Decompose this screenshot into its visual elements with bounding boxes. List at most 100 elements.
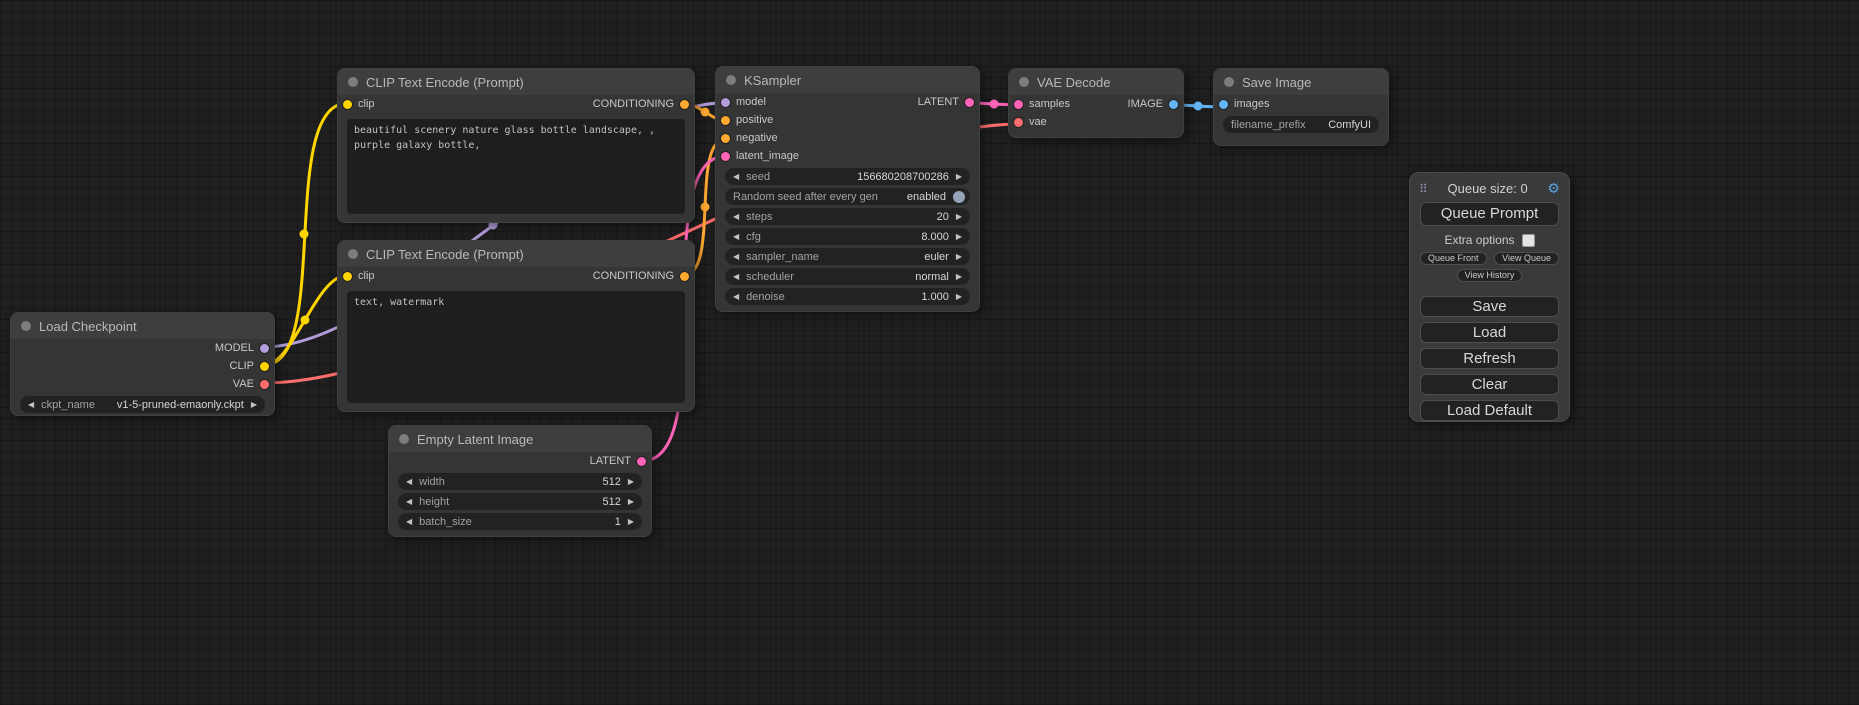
decrement-arrow-icon[interactable]: ◀	[733, 172, 739, 181]
port-model-input[interactable]: model	[721, 96, 766, 108]
images-input-dot[interactable]	[1219, 100, 1228, 109]
batch-size-widget[interactable]: ◀ batch_size 1 ▶	[398, 513, 642, 530]
increment-arrow-icon[interactable]: ▶	[628, 477, 634, 486]
decrement-arrow-icon[interactable]: ◀	[733, 232, 739, 241]
queue-front-button[interactable]: Queue Front	[1420, 252, 1487, 265]
node-clip-text-encode-positive[interactable]: CLIP Text Encode (Prompt) clip CONDITION…	[337, 68, 695, 223]
prompt-textarea[interactable]: text, watermark	[347, 291, 685, 403]
prompt-textarea[interactable]: beautiful scenery nature glass bottle la…	[347, 119, 685, 214]
port-image-output[interactable]: IMAGE	[1128, 98, 1178, 110]
node-save-image[interactable]: Save Image images filename_prefix ComfyU…	[1213, 68, 1389, 146]
model-input-dot[interactable]	[721, 98, 730, 107]
positive-input-dot[interactable]	[721, 116, 730, 125]
drag-handle-icon[interactable]: ⠿	[1419, 182, 1428, 196]
model-output-dot[interactable]	[260, 344, 269, 353]
scheduler-widget[interactable]: ◀ scheduler normal ▶	[725, 268, 970, 285]
refresh-button[interactable]: Refresh	[1420, 348, 1559, 369]
node-title-bar[interactable]: Empty Latent Image	[389, 426, 651, 452]
node-title-bar[interactable]: VAE Decode	[1009, 69, 1183, 95]
conditioning-output-dot[interactable]	[680, 100, 689, 109]
latent-output-dot[interactable]	[637, 457, 646, 466]
decrement-arrow-icon[interactable]: ◀	[406, 517, 412, 526]
vae-input-dot[interactable]	[1014, 118, 1023, 127]
ckpt-name-widget[interactable]: ◀ ckpt_name v1-5-pruned-emaonly.ckpt ▶	[20, 396, 265, 413]
increment-arrow-icon[interactable]: ▶	[956, 172, 962, 181]
clip-output-dot[interactable]	[260, 362, 269, 371]
decrement-arrow-icon[interactable]: ◀	[733, 212, 739, 221]
view-history-button[interactable]: View History	[1457, 269, 1523, 282]
image-output-dot[interactable]	[1169, 100, 1178, 109]
settings-gear-icon[interactable]: ⚙	[1547, 180, 1560, 197]
decrement-arrow-icon[interactable]: ◀	[406, 497, 412, 506]
port-label: images	[1234, 98, 1269, 110]
port-positive-input[interactable]: positive	[721, 114, 773, 126]
port-clip-output[interactable]: CLIP	[230, 360, 269, 372]
load-default-button[interactable]: Load Default	[1420, 400, 1559, 421]
node-empty-latent-image[interactable]: Empty Latent Image LATENT ◀ width 512 ▶ …	[388, 425, 652, 537]
port-conditioning-output[interactable]: CONDITIONING	[593, 98, 689, 110]
queue-prompt-button[interactable]: Queue Prompt	[1420, 202, 1559, 226]
conditioning-output-dot[interactable]	[680, 272, 689, 281]
decrement-arrow-icon[interactable]: ◀	[406, 477, 412, 486]
seed-widget[interactable]: ◀ seed 156680208700286 ▶	[725, 168, 970, 185]
clip-input-dot[interactable]	[343, 100, 352, 109]
width-widget[interactable]: ◀ width 512 ▶	[398, 473, 642, 490]
link-midpoint-dot	[990, 100, 998, 108]
decrement-arrow-icon[interactable]: ◀	[733, 252, 739, 261]
samples-input-dot[interactable]	[1014, 100, 1023, 109]
negative-input-dot[interactable]	[721, 134, 730, 143]
increment-arrow-icon[interactable]: ▶	[956, 212, 962, 221]
save-button[interactable]: Save	[1420, 296, 1559, 317]
increment-arrow-icon[interactable]: ▶	[956, 292, 962, 301]
latent-output-dot[interactable]	[965, 98, 974, 107]
cfg-widget[interactable]: ◀ cfg 8.000 ▶	[725, 228, 970, 245]
increment-arrow-icon[interactable]: ▶	[956, 232, 962, 241]
graph-canvas[interactable]: Load Checkpoint MODEL CLIP VAE ◀ ckpt_na…	[0, 0, 1859, 705]
extra-options-checkbox[interactable]	[1522, 234, 1535, 247]
clear-button[interactable]: Clear	[1420, 374, 1559, 395]
increment-arrow-icon[interactable]: ▶	[628, 497, 634, 506]
toggle-knob[interactable]	[953, 191, 965, 203]
load-button[interactable]: Load	[1420, 322, 1559, 343]
clip-input-dot[interactable]	[343, 272, 352, 281]
denoise-widget[interactable]: ◀ denoise 1.000 ▶	[725, 288, 970, 305]
increment-arrow-icon[interactable]: ▶	[956, 272, 962, 281]
port-vae-output[interactable]: VAE	[233, 378, 269, 390]
node-clip-text-encode-negative[interactable]: CLIP Text Encode (Prompt) clip CONDITION…	[337, 240, 695, 412]
queue-panel[interactable]: ⠿ Queue size: 0 ⚙ Queue Prompt Extra opt…	[1409, 172, 1570, 422]
node-title-bar[interactable]: Load Checkpoint	[11, 313, 274, 339]
port-clip-input[interactable]: clip	[343, 270, 375, 282]
node-load-checkpoint[interactable]: Load Checkpoint MODEL CLIP VAE ◀ ckpt_na…	[10, 312, 275, 416]
port-clip-input[interactable]: clip	[343, 98, 375, 110]
node-title-bar[interactable]: KSampler	[716, 67, 979, 93]
random-seed-toggle-widget[interactable]: Random seed after every gen enabled	[725, 188, 970, 205]
node-title-bar[interactable]: CLIP Text Encode (Prompt)	[338, 241, 694, 267]
port-images-input[interactable]: images	[1219, 98, 1269, 110]
increment-arrow-icon[interactable]: ▶	[251, 400, 257, 409]
increment-arrow-icon[interactable]: ▶	[956, 252, 962, 261]
node-vae-decode[interactable]: VAE Decode samples IMAGE vae	[1008, 68, 1184, 138]
steps-widget[interactable]: ◀ steps 20 ▶	[725, 208, 970, 225]
port-samples-input[interactable]: samples	[1014, 98, 1070, 110]
node-title-bar[interactable]: CLIP Text Encode (Prompt)	[338, 69, 694, 95]
node-title: CLIP Text Encode (Prompt)	[366, 75, 524, 90]
node-title-bar[interactable]: Save Image	[1214, 69, 1388, 95]
port-vae-input[interactable]: vae	[1014, 116, 1047, 128]
port-latent-image-input[interactable]: latent_image	[721, 150, 799, 162]
view-queue-button[interactable]: View Queue	[1494, 252, 1559, 265]
filename-prefix-widget[interactable]: filename_prefix ComfyUI	[1223, 116, 1379, 133]
port-conditioning-output[interactable]: CONDITIONING	[593, 270, 689, 282]
vae-output-dot[interactable]	[260, 380, 269, 389]
port-model-output[interactable]: MODEL	[215, 342, 269, 354]
port-latent-output[interactable]: LATENT	[918, 96, 974, 108]
port-negative-input[interactable]: negative	[721, 132, 778, 144]
latent-image-input-dot[interactable]	[721, 152, 730, 161]
increment-arrow-icon[interactable]: ▶	[628, 517, 634, 526]
port-latent-output[interactable]: LATENT	[590, 455, 646, 467]
sampler-name-widget[interactable]: ◀ sampler_name euler ▶	[725, 248, 970, 265]
decrement-arrow-icon[interactable]: ◀	[28, 400, 34, 409]
node-ksampler[interactable]: KSampler model LATENT positive negative	[715, 66, 980, 312]
height-widget[interactable]: ◀ height 512 ▶	[398, 493, 642, 510]
decrement-arrow-icon[interactable]: ◀	[733, 272, 739, 281]
decrement-arrow-icon[interactable]: ◀	[733, 292, 739, 301]
